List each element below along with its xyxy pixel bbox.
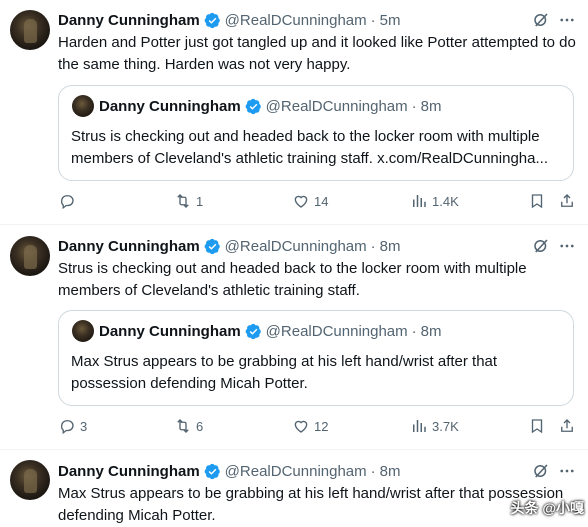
reply-button[interactable]: 3 xyxy=(58,415,87,437)
separator-dot: · xyxy=(370,462,376,480)
reply-button[interactable] xyxy=(58,190,80,212)
views-button[interactable]: 1.4K xyxy=(410,190,459,212)
quote-avatar xyxy=(72,95,94,117)
grok-icon[interactable] xyxy=(532,11,550,29)
verified-badge-icon xyxy=(245,323,261,339)
tweet-2[interactable]: Danny Cunningham @RealDCunningham · 8m S… xyxy=(0,225,588,447)
share-button[interactable] xyxy=(558,415,576,437)
tweet-time[interactable]: 5m xyxy=(380,12,401,29)
watermark-text: 头条 @小嘎 xyxy=(510,500,584,516)
avatar[interactable] xyxy=(10,460,50,500)
quoted-tweet[interactable]: Danny Cunningham @RealDCunningham · 8m S… xyxy=(58,85,574,181)
heart-icon xyxy=(294,195,308,208)
verified-badge-icon xyxy=(245,98,261,114)
avatar[interactable] xyxy=(10,10,50,50)
quote-time: 8m xyxy=(420,97,442,115)
quote-header: Danny Cunningham @RealDCunningham · 8m xyxy=(99,96,441,116)
author-name[interactable]: Danny Cunningham xyxy=(58,463,200,480)
more-icon[interactable] xyxy=(558,11,576,29)
bookmark-button[interactable] xyxy=(528,415,546,437)
author-name[interactable]: Danny Cunningham xyxy=(58,238,200,255)
tweet-text: Max Strus appears to be grabbing at his … xyxy=(58,485,564,524)
tweet-text: Strus is checking out and headed back to… xyxy=(58,260,527,299)
retweet-icon xyxy=(177,194,189,208)
quote-time: 8m xyxy=(420,322,442,340)
tweet-actions: 3 6 12 3.7K xyxy=(58,415,578,437)
quote-author-name: Danny Cunningham xyxy=(99,322,241,340)
grok-icon[interactable] xyxy=(532,237,550,255)
views-icon xyxy=(413,195,426,207)
more-icon[interactable] xyxy=(558,237,576,255)
more-icon[interactable] xyxy=(558,462,576,480)
tweet-header: Danny Cunningham @RealDCunningham · 8m xyxy=(58,236,400,256)
author-name[interactable]: Danny Cunningham xyxy=(58,12,200,29)
retweet-button[interactable]: 1 xyxy=(174,190,203,212)
quote-author-handle: @RealDCunningham xyxy=(265,97,408,115)
heart-icon xyxy=(294,420,308,433)
tweet-text: Harden and Potter just got tangled up an… xyxy=(58,34,576,73)
reply-icon xyxy=(60,420,74,435)
like-count: 14 xyxy=(314,193,329,209)
bookmark-icon xyxy=(531,194,543,209)
views-icon xyxy=(413,420,426,432)
author-handle[interactable]: @RealDCunningham xyxy=(225,12,367,29)
quote-author-handle: @RealDCunningham xyxy=(265,322,408,340)
tweet-1[interactable]: Danny Cunningham @RealDCunningham · 5m H… xyxy=(0,0,588,222)
quoted-tweet[interactable]: Danny Cunningham @RealDCunningham · 8m M… xyxy=(58,310,574,406)
retweet-button[interactable]: 6 xyxy=(174,415,203,437)
verified-badge-icon xyxy=(204,463,220,479)
author-handle[interactable]: @RealDCunningham xyxy=(225,463,367,480)
retweet-icon xyxy=(177,419,189,433)
share-button[interactable] xyxy=(558,190,576,212)
bookmark-button[interactable] xyxy=(528,190,546,212)
avatar[interactable] xyxy=(10,236,50,276)
like-button[interactable]: 12 xyxy=(292,415,328,437)
reply-count: 3 xyxy=(80,418,88,434)
quote-text: Max Strus appears to be grabbing at his … xyxy=(71,353,498,392)
tweet-header: Danny Cunningham @RealDCunningham · 5m xyxy=(58,10,400,30)
bookmark-icon xyxy=(531,419,543,434)
quote-header: Danny Cunningham @RealDCunningham · 8m xyxy=(99,321,441,341)
author-handle[interactable]: @RealDCunningham xyxy=(225,238,367,255)
grok-icon[interactable] xyxy=(532,462,550,480)
views-button[interactable]: 3.7K xyxy=(410,415,459,437)
tweet-actions: 1 14 1.4K xyxy=(58,190,578,212)
share-icon xyxy=(561,419,573,432)
views-count: 1.4K xyxy=(432,193,459,209)
tweet-time[interactable]: 8m xyxy=(380,463,401,480)
reply-icon xyxy=(60,195,74,210)
tweet-time[interactable]: 8m xyxy=(380,238,401,255)
retweet-count: 6 xyxy=(196,418,204,434)
verified-badge-icon xyxy=(204,238,220,254)
tweet-header: Danny Cunningham @RealDCunningham · 8m xyxy=(58,461,400,481)
quote-text: Strus is checking out and headed back to… xyxy=(71,128,548,167)
verified-badge-icon xyxy=(204,12,220,28)
like-button[interactable]: 14 xyxy=(292,190,328,212)
separator-dot: · xyxy=(411,322,417,340)
quote-avatar xyxy=(72,320,94,342)
like-count: 12 xyxy=(314,418,329,434)
tweet-3[interactable]: Danny Cunningham @RealDCunningham · 8m M… xyxy=(0,450,588,524)
watermark: 头条 @小嘎 xyxy=(510,498,584,518)
separator-dot: · xyxy=(370,11,376,29)
separator-dot: · xyxy=(411,97,417,115)
views-count: 3.7K xyxy=(432,418,459,434)
share-icon xyxy=(561,194,573,207)
separator-dot: · xyxy=(370,237,376,255)
quote-author-name: Danny Cunningham xyxy=(99,97,241,115)
retweet-count: 1 xyxy=(196,193,204,209)
